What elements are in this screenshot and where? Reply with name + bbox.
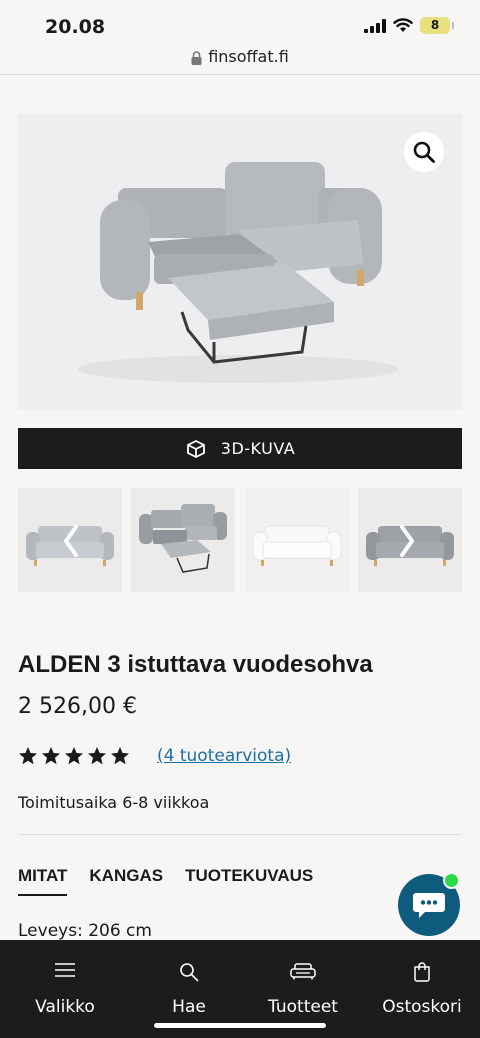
product-price: 2 526,00 € xyxy=(18,694,137,719)
status-time: 20.08 xyxy=(45,16,106,38)
nav-valikko[interactable]: Valikko xyxy=(5,940,125,1038)
product-main-image[interactable] xyxy=(18,114,462,410)
sofa-bed-illustration xyxy=(78,162,398,383)
thumbnail-strip xyxy=(18,488,462,592)
view-3d-label: 3D-KUVA xyxy=(220,439,296,458)
magnifier-icon xyxy=(413,141,435,163)
url-text: finsoffat.fi xyxy=(208,47,289,66)
zoom-button[interactable] xyxy=(404,132,444,172)
lock-icon xyxy=(191,50,202,65)
cube-icon xyxy=(186,439,205,458)
star-icon xyxy=(111,747,129,765)
wifi-icon xyxy=(393,18,413,32)
sofa-icon xyxy=(290,963,316,980)
star-icon xyxy=(42,747,60,765)
url-bar[interactable]: finsoffat.fi xyxy=(0,47,480,75)
tab-kangas[interactable]: KANGAS xyxy=(89,866,163,896)
rating-stars xyxy=(18,746,130,766)
status-icons: 8 xyxy=(364,17,454,34)
nav-hae-label: Hae xyxy=(172,997,206,1017)
chat-bubble-icon xyxy=(413,893,445,918)
online-indicator xyxy=(443,872,460,889)
shopping-bag-icon xyxy=(414,962,430,982)
bottom-nav: Valikko Hae Tuotteet Ostoskori xyxy=(0,940,480,1038)
thumbnail-3[interactable] xyxy=(245,488,349,592)
status-bar: 20.08 8 xyxy=(0,0,480,50)
section-divider xyxy=(18,834,462,835)
sofa-thumbnail-white xyxy=(252,525,342,566)
sofa-bed-thumbnail xyxy=(139,504,227,573)
chevron-left-icon[interactable] xyxy=(62,524,80,558)
menu-icon xyxy=(55,963,75,977)
battery-indicator: 8 xyxy=(420,17,454,34)
url-divider xyxy=(0,74,480,75)
reviews-link[interactable]: (4 tuotearviota) xyxy=(157,746,291,766)
star-icon xyxy=(65,747,83,765)
thumbnail-4[interactable] xyxy=(358,488,462,592)
star-icon xyxy=(88,747,106,765)
nav-tuotteet-label: Tuotteet xyxy=(268,997,338,1017)
view-3d-button[interactable]: 3D-KUVA xyxy=(18,428,462,469)
tab-tuotekuvaus[interactable]: TUOTEKUVAUS xyxy=(185,866,313,896)
nav-valikko-label: Valikko xyxy=(35,997,95,1017)
spec-width: Leveys: 206 cm xyxy=(18,921,152,941)
home-indicator xyxy=(154,1023,326,1028)
product-title: ALDEN 3 istuttava vuodesohva xyxy=(18,651,373,678)
delivery-time: Toimitusaika 6-8 viikkoa xyxy=(18,793,210,812)
star-icon xyxy=(19,747,37,765)
signal-icon xyxy=(364,18,386,33)
product-tabs: MITAT KANGAS TUOTEKUVAUS xyxy=(18,866,313,896)
thumbnail-1[interactable] xyxy=(18,488,122,592)
tab-mitat[interactable]: MITAT xyxy=(18,866,68,896)
nav-ostoskori-label: Ostoskori xyxy=(382,997,462,1017)
thumbnail-2[interactable] xyxy=(131,488,235,592)
chevron-right-icon[interactable] xyxy=(398,524,416,558)
nav-ostoskori[interactable]: Ostoskori xyxy=(362,940,480,1038)
search-icon xyxy=(180,963,199,982)
